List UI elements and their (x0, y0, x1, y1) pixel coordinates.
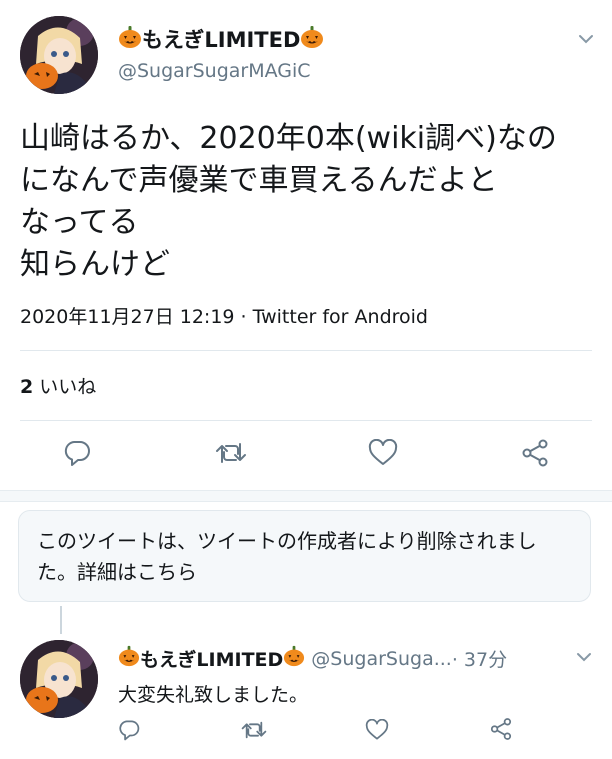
like-icon (365, 719, 389, 740)
author-display-name[interactable]: もえぎLIMITED (118, 24, 324, 54)
share-icon (490, 718, 512, 740)
reply-display-name: もえぎLIMITED (140, 649, 284, 671)
reply-time: · 37分 (451, 649, 508, 671)
retweet-button[interactable] (214, 438, 248, 468)
author-handle[interactable]: @SugarSugarMAGiC (118, 60, 311, 82)
like-button[interactable] (364, 718, 390, 742)
like-icon (368, 439, 398, 465)
pumpkin-emoji-icon (118, 645, 140, 672)
divider (20, 350, 592, 351)
learn-more-link[interactable]: 詳細はこちら (77, 560, 197, 584)
avatar[interactable] (20, 16, 98, 94)
reply-button[interactable] (116, 718, 142, 742)
chevron-down-icon[interactable] (578, 30, 594, 49)
divider (20, 420, 592, 421)
reply-header[interactable]: もえぎLIMITED @SugarSuga... · 37分 (118, 645, 507, 672)
avatar[interactable] (20, 640, 98, 718)
reply-icon (64, 441, 90, 466)
section-separator (0, 490, 612, 502)
retweet-icon (241, 721, 267, 739)
like-count-row[interactable]: 2 いいね (20, 372, 96, 399)
thread-connector (60, 606, 62, 634)
share-button[interactable] (518, 438, 552, 468)
tweet-metadata: 2020年11月27日 12:19 · Twitter for Android (20, 302, 428, 329)
pumpkin-emoji-icon (118, 25, 142, 54)
reply-handle: @SugarSuga... (311, 647, 452, 670)
like-label: いいね (39, 376, 97, 398)
retweet-button[interactable] (240, 718, 268, 742)
like-count: 2 (20, 376, 34, 398)
share-button[interactable] (488, 716, 514, 742)
like-button[interactable] (366, 438, 400, 468)
share-icon (522, 439, 548, 467)
chevron-down-icon[interactable] (576, 648, 592, 667)
tweet-source[interactable]: Twitter for Android (253, 306, 428, 328)
tweet-text: 山崎はるか、2020年0本(wiki調べ)なの になんで声優業で車買えるんだよと… (20, 121, 557, 282)
meta-separator: · (234, 306, 253, 328)
pumpkin-emoji-icon (283, 645, 305, 672)
display-name: もえぎLIMITED (142, 28, 301, 52)
retweet-icon (216, 443, 246, 463)
reply-button[interactable] (60, 438, 94, 468)
tweet-timestamp[interactable]: 2020年11月27日 12:19 (20, 306, 235, 328)
deleted-tweet-notice: このツイートは、ツイートの作成者により削除されました。詳細はこちら (18, 510, 591, 602)
pumpkin-emoji-icon (300, 25, 324, 54)
reply-text: 大変失礼致しました。 (118, 684, 309, 706)
reply-icon (119, 720, 140, 741)
